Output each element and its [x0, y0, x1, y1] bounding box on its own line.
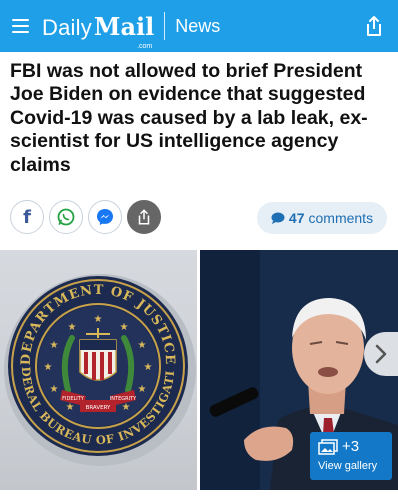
- messenger-icon: [97, 209, 113, 225]
- whatsapp-share-button[interactable]: [49, 200, 83, 234]
- svg-text:★: ★: [144, 362, 153, 373]
- svg-text:★: ★: [68, 322, 77, 333]
- svg-text:★: ★: [138, 384, 147, 395]
- header-divider: [164, 12, 166, 40]
- seal-ribbon-left: FIDELITY: [62, 396, 85, 402]
- view-gallery-button[interactable]: +3 View gallery: [310, 432, 392, 480]
- chevron-right-icon: [375, 344, 387, 364]
- svg-text:★: ★: [94, 314, 103, 325]
- svg-text:★: ★: [44, 362, 53, 373]
- comments-label: comments: [308, 210, 374, 226]
- logo-daily: Daily: [42, 14, 92, 40]
- gallery-icon: [318, 438, 338, 455]
- facebook-icon: f: [23, 206, 31, 228]
- svg-text:★: ★: [50, 384, 59, 395]
- messenger-share-button[interactable]: [88, 200, 122, 234]
- social-share-bar: f: [10, 200, 166, 234]
- svg-text:★: ★: [122, 402, 131, 413]
- site-logo[interactable]: Daily Mail .com: [42, 11, 155, 50]
- article-headline: FBI was not allowed to brief President J…: [10, 60, 368, 176]
- comments-button[interactable]: 47 comments: [257, 202, 387, 234]
- more-share-button[interactable]: [127, 200, 161, 234]
- whatsapp-icon: [57, 208, 75, 226]
- fbi-seal-photo[interactable]: DEPARTMENT OF JUSTICE FEDERAL BUREAU OF …: [0, 250, 197, 490]
- facebook-share-button[interactable]: f: [10, 200, 44, 234]
- view-gallery-label: View gallery: [318, 460, 378, 472]
- logo-mail: Mail: [93, 11, 155, 41]
- seal-ribbon-right: INTEGRITY: [110, 396, 137, 402]
- svg-text:★: ★: [50, 340, 59, 351]
- svg-text:★: ★: [138, 340, 147, 351]
- section-name[interactable]: News: [175, 16, 220, 37]
- share-icon[interactable]: [362, 14, 386, 38]
- comments-count: 47: [288, 210, 305, 226]
- svg-text:★: ★: [66, 402, 75, 413]
- comment-bubble-icon: [271, 212, 285, 224]
- svg-text:★: ★: [120, 322, 129, 333]
- share-icon: [138, 209, 150, 225]
- seal-ribbon-center: BRAVERY: [86, 405, 111, 411]
- hamburger-icon: [11, 19, 29, 33]
- fbi-seal-image: DEPARTMENT OF JUSTICE FEDERAL BUREAU OF …: [0, 250, 196, 466]
- logo-dotcom: .com: [137, 42, 153, 50]
- gallery-count-row: +3: [318, 438, 359, 455]
- top-bar: Daily Mail .com News: [0, 0, 398, 52]
- menu-button[interactable]: [4, 0, 36, 52]
- gallery-more-count: +3: [342, 438, 360, 455]
